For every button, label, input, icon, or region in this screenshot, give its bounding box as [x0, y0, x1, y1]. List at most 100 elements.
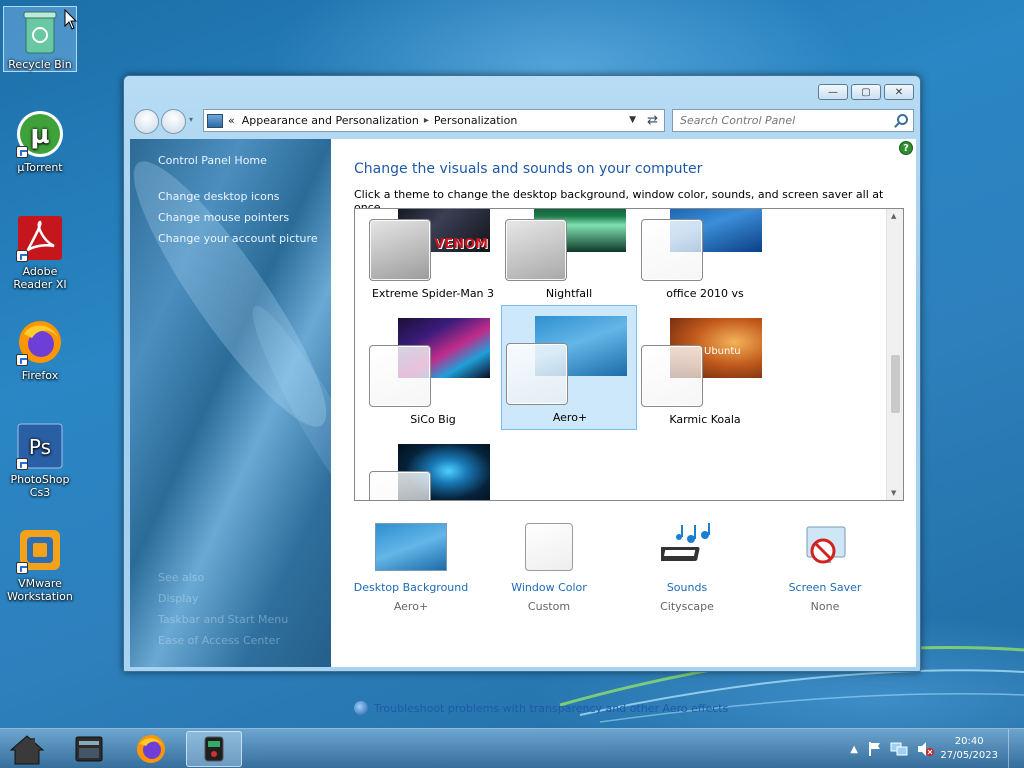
firefox-icon	[137, 735, 165, 763]
desktop-icon-label: µTorrent	[17, 161, 63, 174]
show-desktop-button[interactable]	[1008, 729, 1024, 768]
theme-label: Aero+	[552, 411, 588, 424]
action-center-flag-icon[interactable]	[866, 741, 882, 757]
sounds-option[interactable]: Sounds Cityscape	[617, 523, 757, 613]
taskbar-control-panel[interactable]	[186, 731, 242, 767]
troubleshoot-aero-link[interactable]: Troubleshoot problems with transparency …	[354, 701, 728, 715]
help-icon[interactable]: ?	[899, 141, 913, 155]
taskbar-firefox[interactable]	[126, 731, 176, 767]
theme-item-aero-plus[interactable]: Aero+	[501, 305, 637, 430]
close-button[interactable]: ✕	[884, 84, 914, 100]
desktop-background-option[interactable]: Desktop Background Aero+	[341, 523, 481, 613]
sounds-value: Cityscape	[660, 600, 714, 613]
show-hidden-icons-icon[interactable]: ▲	[850, 744, 858, 755]
desktop-icon-vmware[interactable]: VMware Workstation	[2, 526, 78, 603]
troubleshoot-label: Troubleshoot problems with transparency …	[374, 701, 729, 715]
back-button[interactable]	[134, 109, 159, 134]
desktop-icon-label: Adobe Reader XI	[13, 265, 67, 291]
desktop-icon-firefox[interactable]: Firefox	[2, 318, 78, 382]
window-color-link[interactable]: Window Color	[479, 581, 619, 594]
file-manager-icon	[75, 736, 103, 762]
scroll-down-icon[interactable]: ▼	[891, 489, 896, 497]
theme-item-karmic-koala[interactable]: Ubuntu Karmic Koala	[637, 309, 773, 433]
shortcut-arrow-icon	[16, 146, 28, 158]
breadcrumb-appearance[interactable]: Appearance and Personalization	[242, 114, 419, 127]
theme-list: VENOM Extreme Spider-Man 3 Nightfall off…	[354, 208, 904, 501]
clock-date: 27/05/2023	[940, 750, 998, 761]
search-placeholder: Search Control Panel	[680, 114, 796, 127]
system-clock[interactable]: 20:40 27/05/2023	[940, 735, 998, 763]
control-panel-home-link[interactable]: Control Panel Home	[158, 154, 267, 167]
sounds-link[interactable]: Sounds	[617, 581, 757, 594]
search-icon[interactable]	[897, 114, 908, 125]
shortcut-arrow-icon	[16, 354, 28, 366]
address-dropdown-icon[interactable]: ▼	[629, 115, 636, 125]
shortcut-arrow-icon	[16, 458, 28, 470]
search-input[interactable]: Search Control Panel	[672, 109, 914, 132]
desktop-icon-label: Recycle Bin	[8, 58, 72, 71]
page-title: Change the visuals and sounds on your co…	[354, 161, 703, 177]
forward-button[interactable]	[161, 109, 186, 134]
taskbar: ▲ 20:40 27/05/2023	[0, 728, 1024, 768]
svg-text:Ps: Ps	[29, 435, 51, 459]
start-button[interactable]	[2, 731, 52, 767]
photoshop-icon: Ps	[16, 422, 64, 470]
system-tray: ▲	[850, 729, 934, 768]
recent-pages-chevron-icon[interactable]: ▾	[189, 115, 193, 124]
desktop-icon-label: VMware Workstation	[7, 577, 73, 603]
personalization-window: — ▢ ✕ ▾ « Appearance and Personalization…	[123, 75, 921, 715]
ease-of-access-link[interactable]: Ease of Access Center	[158, 634, 280, 647]
control-panel-icon	[204, 736, 224, 762]
desktop-icon-label: Firefox	[21, 369, 59, 382]
theme-item-sico-big[interactable]: SiCo Big	[365, 309, 501, 433]
theme-color-preview	[506, 343, 568, 405]
shortcut-arrow-icon	[16, 250, 28, 262]
theme-item-nightfall[interactable]: Nightfall	[501, 209, 637, 307]
address-overflow-chevron[interactable]: «	[228, 114, 235, 127]
address-bar[interactable]: « Appearance and Personalization ▸ Perso…	[203, 109, 665, 132]
screen-saver-value: None	[810, 600, 840, 613]
desktop-icon-utorrent[interactable]: µ µTorrent	[2, 110, 78, 174]
theme-list-scrollbar[interactable]: ▲ ▼	[886, 209, 903, 500]
venom-logo: VENOM	[434, 237, 488, 252]
change-desktop-icons-link[interactable]: Change desktop icons	[158, 190, 280, 203]
theme-color-preview	[641, 345, 703, 407]
home-icon	[9, 735, 45, 765]
change-mouse-pointers-link[interactable]: Change mouse pointers	[158, 211, 289, 224]
screen-saver-option[interactable]: Screen Saver None	[755, 523, 895, 613]
desktop-icon-adobe-reader[interactable]: Adobe Reader XI	[2, 214, 78, 291]
theme-item-blue-eye[interactable]	[365, 435, 501, 500]
volume-muted-icon[interactable]	[916, 741, 934, 757]
task-pane: Control Panel Home Change desktop icons …	[130, 139, 331, 667]
network-icon[interactable]	[890, 741, 908, 757]
maximize-button[interactable]: ▢	[851, 84, 881, 100]
refresh-icon[interactable]: ⇄	[647, 113, 658, 128]
window-color-option[interactable]: Window Color Custom	[479, 523, 619, 613]
change-account-picture-link[interactable]: Change your account picture	[158, 232, 318, 245]
theme-color-preview	[641, 219, 703, 281]
see-also-heading: See also	[158, 571, 205, 584]
breadcrumb-personalization[interactable]: Personalization	[434, 114, 517, 127]
theme-item-extreme-spider-man-3[interactable]: VENOM Extreme Spider-Man 3	[365, 209, 501, 307]
main-content: ? Change the visuals and sounds on your …	[331, 139, 916, 715]
scrollbar-thumb[interactable]	[891, 355, 900, 413]
shortcut-arrow-icon	[16, 562, 28, 574]
screen-saver-link[interactable]: Screen Saver	[755, 581, 895, 594]
breadcrumb-separator-icon[interactable]: ▸	[424, 115, 429, 126]
clock-time: 20:40	[954, 736, 984, 747]
svg-text:µ: µ	[30, 120, 49, 150]
taskbar-file-manager[interactable]	[64, 731, 114, 767]
scroll-up-icon[interactable]: ▲	[891, 212, 896, 220]
vmware-icon	[16, 526, 64, 574]
theme-label: Karmic Koala	[669, 413, 741, 426]
desktop-background-icon	[375, 523, 447, 571]
display-link[interactable]: Display	[158, 592, 199, 605]
taskbar-start-menu-link[interactable]: Taskbar and Start Menu	[158, 613, 288, 626]
theme-item-office-2010-vs[interactable]: office 2010 vs	[637, 209, 773, 307]
control-panel-icon	[207, 113, 223, 128]
minimize-button[interactable]: —	[818, 84, 848, 100]
adobe-reader-icon	[16, 214, 64, 262]
desktop-background-link[interactable]: Desktop Background	[341, 581, 481, 594]
desktop-icon-photoshop[interactable]: Ps PhotoShop Cs3	[2, 422, 78, 499]
theme-color-preview	[369, 219, 431, 281]
